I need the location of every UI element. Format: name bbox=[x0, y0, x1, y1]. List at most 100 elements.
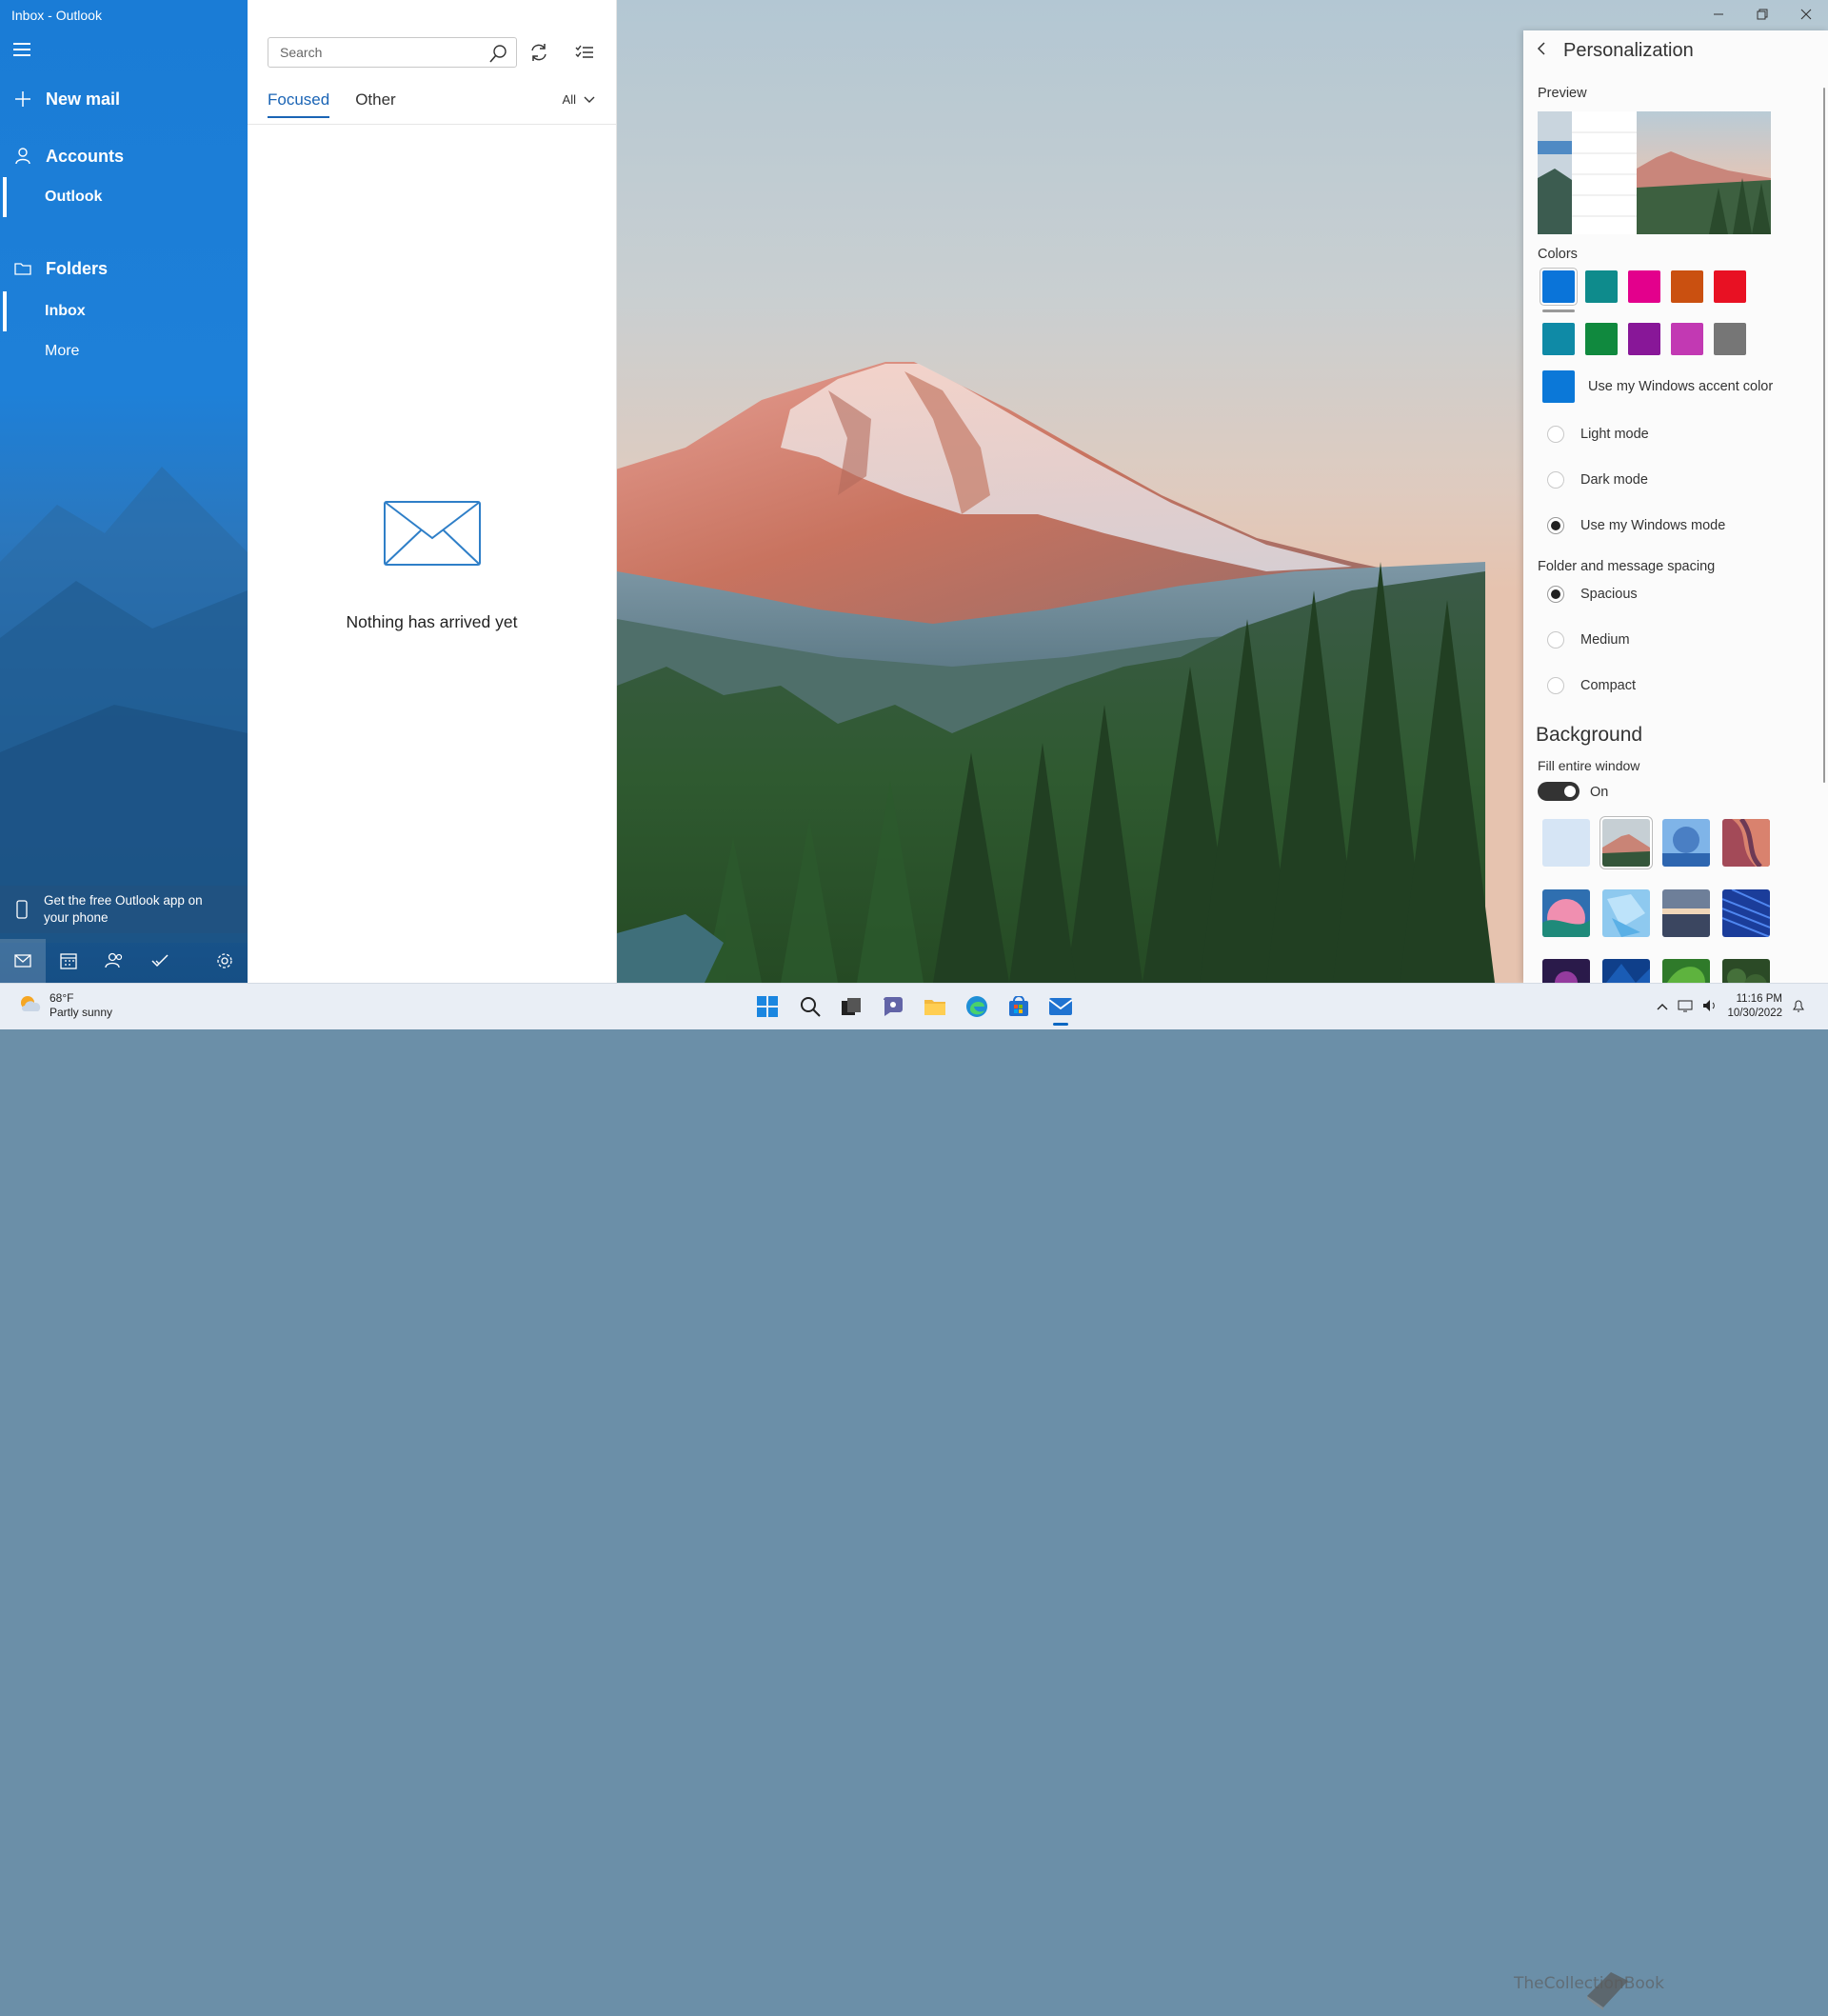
folder-label: Inbox bbox=[45, 303, 86, 319]
mode-option[interactable]: Use my Windows mode bbox=[1547, 514, 1725, 537]
background-thumb-plain[interactable] bbox=[1542, 819, 1590, 867]
chevron-down-icon bbox=[584, 92, 595, 107]
mode-option[interactable]: Dark mode bbox=[1547, 469, 1648, 491]
spacing-option[interactable]: Spacious bbox=[1547, 583, 1638, 606]
search-box[interactable] bbox=[268, 37, 517, 68]
todo-icon[interactable] bbox=[137, 939, 183, 983]
list-divider bbox=[248, 124, 616, 125]
partly-sunny-icon bbox=[17, 992, 42, 1020]
select-mode-icon[interactable] bbox=[573, 41, 596, 64]
task-view-icon[interactable] bbox=[836, 991, 866, 1022]
theme-preview bbox=[1538, 111, 1771, 234]
chevron-up-icon[interactable] bbox=[1657, 1000, 1668, 1013]
get-app-banner[interactable]: Get the free Outlook app on your phone bbox=[0, 886, 248, 933]
file-explorer-icon[interactable] bbox=[920, 991, 950, 1022]
filter-dropdown[interactable]: All bbox=[563, 92, 595, 107]
chat-icon[interactable] bbox=[878, 991, 908, 1022]
background-thumb-peaks[interactable] bbox=[1602, 959, 1650, 983]
background-thumb-tree[interactable] bbox=[1662, 819, 1710, 867]
hamburger-menu-icon[interactable] bbox=[13, 43, 30, 56]
plus-icon bbox=[0, 91, 46, 107]
back-arrow-icon[interactable] bbox=[1537, 41, 1546, 61]
color-swatch[interactable] bbox=[1628, 270, 1660, 303]
colors-label: Colors bbox=[1538, 247, 1578, 262]
filter-label: All bbox=[562, 92, 576, 107]
background-thumb-forest[interactable] bbox=[1722, 959, 1770, 983]
message-list-pane: Focused Other All Nothing has arrived ye… bbox=[248, 0, 617, 983]
folders-heading[interactable]: Folders bbox=[0, 251, 248, 286]
background-thumb-sunset[interactable] bbox=[1662, 889, 1710, 937]
network-icon[interactable] bbox=[1678, 999, 1693, 1015]
accent-color-swatch[interactable] bbox=[1542, 370, 1575, 403]
background-thumb-fireworks[interactable] bbox=[1542, 959, 1590, 983]
fill-window-toggle[interactable] bbox=[1538, 782, 1580, 801]
time: 11:16 PM bbox=[1736, 993, 1782, 1005]
color-swatch[interactable] bbox=[1542, 323, 1575, 355]
background-thumb-leaves[interactable] bbox=[1662, 959, 1710, 983]
search-icon[interactable] bbox=[795, 991, 825, 1022]
settings-icon[interactable] bbox=[202, 939, 248, 983]
inbox-tabs: Focused Other bbox=[268, 90, 422, 118]
background-thumb-lines[interactable] bbox=[1722, 889, 1770, 937]
color-swatch[interactable] bbox=[1585, 323, 1618, 355]
start-icon[interactable] bbox=[752, 991, 783, 1022]
minimize-button[interactable] bbox=[1697, 0, 1740, 29]
notification-icon[interactable] bbox=[1792, 998, 1805, 1016]
edge-icon[interactable] bbox=[962, 991, 992, 1022]
sync-icon[interactable] bbox=[527, 41, 550, 64]
background-thumb-waves[interactable] bbox=[1542, 889, 1590, 937]
search-input[interactable] bbox=[278, 44, 482, 61]
radio-button[interactable] bbox=[1547, 586, 1564, 603]
new-mail-button[interactable]: New mail bbox=[0, 82, 248, 116]
radio-button[interactable] bbox=[1547, 426, 1564, 443]
weather-widget[interactable]: 68°F Partly sunny bbox=[17, 991, 112, 1020]
radio-button[interactable] bbox=[1547, 677, 1564, 694]
volume-icon[interactable] bbox=[1702, 999, 1718, 1015]
folder-item-more[interactable]: More bbox=[0, 335, 248, 368]
color-swatch[interactable] bbox=[1628, 323, 1660, 355]
search-icon[interactable] bbox=[489, 44, 508, 68]
accent-color-option[interactable]: Use my Windows accent color bbox=[1588, 375, 1773, 398]
date: 10/30/2022 bbox=[1727, 1008, 1782, 1019]
panel-scrollbar[interactable] bbox=[1823, 88, 1825, 783]
background-thumb-shapes[interactable] bbox=[1602, 889, 1650, 937]
folder-item-inbox[interactable]: Inbox bbox=[0, 291, 248, 331]
radio-button[interactable] bbox=[1547, 517, 1564, 534]
account-item-outlook[interactable]: Outlook bbox=[0, 177, 248, 217]
people-icon[interactable] bbox=[91, 939, 137, 983]
spacing-label: Spacious bbox=[1580, 587, 1638, 602]
mode-label: Light mode bbox=[1580, 427, 1649, 442]
store-icon[interactable] bbox=[1003, 991, 1034, 1022]
calendar-icon[interactable] bbox=[46, 939, 91, 983]
color-swatch[interactable] bbox=[1540, 269, 1577, 305]
accounts-label: Accounts bbox=[46, 146, 125, 166]
accounts-heading[interactable]: Accounts bbox=[0, 139, 248, 173]
tab-focused[interactable]: Focused bbox=[268, 90, 330, 118]
account-label: Outlook bbox=[45, 189, 103, 205]
close-button[interactable] bbox=[1784, 0, 1828, 29]
color-swatch[interactable] bbox=[1714, 270, 1746, 303]
mail-icon[interactable] bbox=[1045, 991, 1076, 1026]
clock[interactable]: 11:16 PM 10/30/2022 bbox=[1727, 992, 1782, 1021]
radio-button[interactable] bbox=[1547, 471, 1564, 489]
folders-label: Folders bbox=[46, 258, 109, 278]
color-swatch[interactable] bbox=[1585, 270, 1618, 303]
background-title: Background bbox=[1536, 724, 1643, 746]
nav-background-art bbox=[0, 467, 248, 943]
mail-icon[interactable] bbox=[0, 939, 46, 983]
background-thumb-mountain[interactable] bbox=[1602, 819, 1650, 867]
empty-envelope-icon bbox=[383, 500, 482, 571]
restore-button[interactable] bbox=[1740, 0, 1784, 29]
color-swatch[interactable] bbox=[1671, 270, 1703, 303]
tab-other[interactable]: Other bbox=[355, 90, 396, 118]
color-swatch[interactable] bbox=[1714, 323, 1746, 355]
person-icon bbox=[0, 148, 46, 165]
color-swatch[interactable] bbox=[1671, 323, 1703, 355]
radio-button[interactable] bbox=[1547, 631, 1564, 649]
spacing-option[interactable]: Medium bbox=[1547, 629, 1630, 651]
background-thumb-canyon[interactable] bbox=[1722, 819, 1770, 867]
weather-condition: Partly sunny bbox=[50, 1006, 113, 1019]
selection-indicator bbox=[3, 291, 7, 331]
spacing-option[interactable]: Compact bbox=[1547, 674, 1636, 697]
mode-option[interactable]: Light mode bbox=[1547, 423, 1649, 446]
